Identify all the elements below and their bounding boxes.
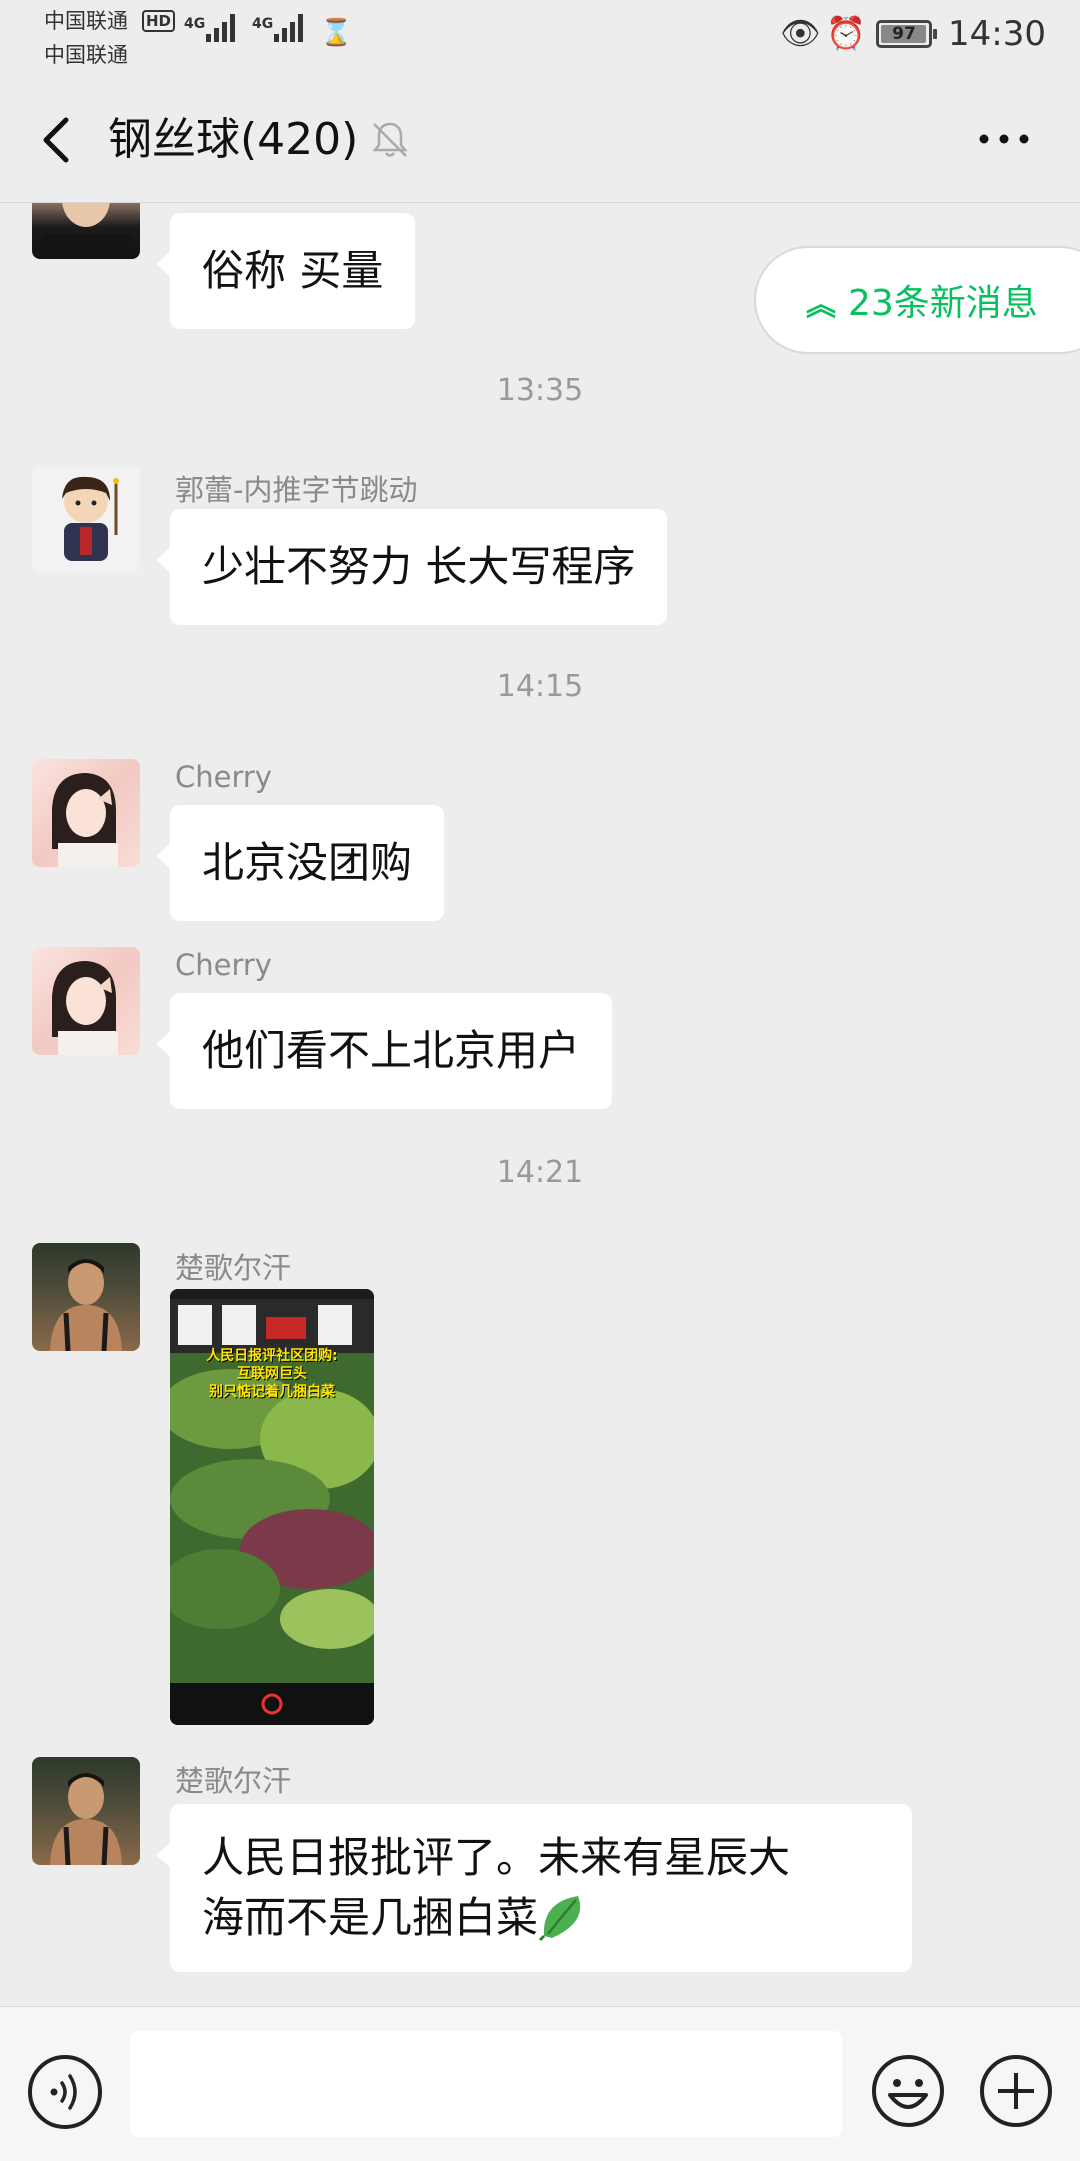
battery-percent: 97	[892, 24, 916, 44]
image-caption-line-3: 别只惦记着几捆白菜	[209, 1384, 335, 1400]
status-time: 14:30	[948, 14, 1046, 54]
emoji-icon[interactable]	[870, 2053, 946, 2129]
status-bar: 中国联通 中国联通 HD 4G 4G ⌛ 👁 ⏰ 97 14:30	[0, 0, 1080, 78]
sender-name: 楚歌尔汗	[175, 1251, 292, 1285]
message-line-1: 人民日报批评了。未来有星辰大	[202, 1833, 791, 1882]
voice-icon[interactable]	[28, 2055, 102, 2129]
sender-name: 郭蕾-内推字节跳动	[175, 473, 418, 507]
avatar[interactable]	[32, 203, 140, 259]
input-bar	[0, 2006, 1080, 2161]
chat-header: 钢丝球(420)	[0, 78, 1080, 203]
message-input[interactable]	[130, 2031, 842, 2137]
carrier-1: 中国联通	[44, 9, 128, 33]
chat-title[interactable]: 钢丝球(420)	[108, 110, 358, 170]
avatar[interactable]	[32, 1243, 140, 1351]
alarm-icon: ⏰	[826, 14, 866, 52]
carrier-2: 中国联通	[44, 43, 128, 67]
message-bubble[interactable]: 他们看不上北京用户	[155, 993, 613, 1109]
avatar[interactable]	[32, 1757, 140, 1865]
battery-icon: 97	[876, 20, 937, 48]
more-dots-icon[interactable]	[974, 114, 1034, 164]
image-message[interactable]: 人民日报评社区团购: 互联网巨头 别只惦记着几捆白菜	[170, 1289, 374, 1725]
timestamp: 13:35	[496, 373, 584, 408]
plus-icon[interactable]	[978, 2053, 1054, 2129]
sender-name: Cherry	[175, 760, 272, 794]
hd-badge: HD	[142, 10, 176, 32]
avatar[interactable]	[32, 465, 140, 573]
message-list[interactable]: 俗称 买量 ︽ 23条新消息 13:35 郭蕾-内推字节跳动 少壮不努力 长大写…	[0, 203, 1080, 2006]
signal-icon	[206, 14, 238, 42]
sender-name: Cherry	[175, 948, 272, 982]
hourglass-icon: ⌛	[320, 18, 353, 48]
sender-name: 楚歌尔汗	[175, 1764, 292, 1798]
network-type-1: 4G	[184, 16, 206, 32]
network-type-2: 4G	[252, 16, 274, 32]
avatar[interactable]	[32, 759, 140, 867]
double-chevron-up-icon: ︽	[806, 288, 836, 323]
message-line-2: 海而不是几捆白菜	[202, 1893, 539, 1942]
chevron-left-icon[interactable]	[34, 112, 82, 168]
message-bubble[interactable]: 少壮不努力 长大写程序	[155, 509, 668, 625]
avatar[interactable]	[32, 947, 140, 1055]
image-caption-line-2: 互联网巨头	[237, 1366, 307, 1382]
new-messages-label: 23条新消息	[848, 283, 1038, 324]
bell-off-icon	[372, 122, 408, 157]
timestamp: 14:15	[496, 669, 584, 704]
message-bubble[interactable]: 人民日报批评了。未来有星辰大 海而不是几捆白菜	[156, 1804, 912, 1972]
eye-icon: 👁	[780, 14, 821, 52]
signal-icon	[274, 14, 306, 42]
leafy-green-emoji-icon	[538, 1896, 581, 1942]
image-caption-line-1: 人民日报评社区团购:	[206, 1348, 338, 1364]
new-messages-button[interactable]: ︽ 23条新消息	[754, 246, 1080, 354]
message-bubble[interactable]: 俗称 买量	[155, 213, 416, 329]
timestamp: 14:21	[496, 1155, 584, 1190]
message-bubble[interactable]: 北京没团购	[155, 805, 445, 921]
